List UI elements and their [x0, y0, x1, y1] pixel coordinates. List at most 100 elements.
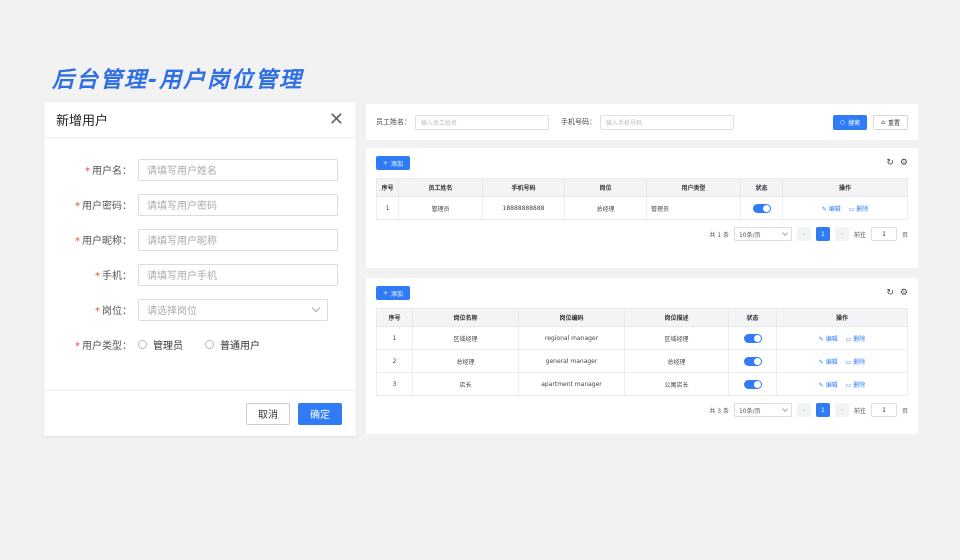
cell-no: 3	[376, 372, 413, 396]
edit-label: 编辑	[825, 358, 838, 366]
column-header: 岗位编码	[518, 308, 625, 327]
post-table-toolbar: + 添加 ↻ ⚙	[376, 278, 908, 308]
refresh-icon[interactable]: ↻	[886, 288, 894, 298]
user-form: * 用户名： 请填写用户姓名 * 用户密码： 请填写用户密码 * 用户昵称： 请填写用…	[44, 138, 356, 362]
refresh-icon[interactable]: ↻	[886, 158, 894, 168]
user-table-panel: + 添加 ↻ ⚙ 序号 员工姓名 手机号码 岗位 用户类型 状态 操作 1 管理…	[366, 148, 918, 268]
edit-button[interactable]: ✎ 编辑	[819, 336, 838, 343]
close-icon[interactable]: ✕	[329, 110, 344, 129]
cell-post-name: 总经理	[412, 349, 519, 373]
form-row-user-type: * 用户类型： 管理员 普通用户	[44, 327, 356, 362]
edit-label: 编辑	[828, 205, 841, 213]
phone-label: 手机：	[102, 271, 132, 282]
table-row: 1 区域经理 regional manager 区域经理 ✎ 编辑 ▭ 删除	[376, 326, 908, 350]
radio-admin-label: 管理员	[153, 341, 183, 352]
nickname-input[interactable]: 请填写用户昵称	[138, 228, 338, 251]
radio-admin[interactable]: 管理员	[138, 337, 183, 352]
delete-button[interactable]: ▭ 删除	[846, 359, 866, 366]
status-toggle[interactable]	[743, 379, 762, 389]
status-toggle[interactable]	[743, 333, 762, 343]
search-button[interactable]: ○ 搜索	[832, 114, 868, 130]
chevron-down-icon	[782, 405, 788, 412]
dialog-title: 新增用户	[56, 114, 109, 129]
form-row-phone: * 手机： 请填写用户手机	[44, 257, 356, 292]
dialog-footer: 取消 确定	[44, 390, 356, 436]
post-table-pagination: 共 3 条 10条/页 ‹ 1 › 前往 1 页	[376, 396, 908, 424]
column-header: 状态	[728, 308, 777, 327]
user-type-radio-group: 管理员 普通用户	[138, 337, 282, 352]
cell-status	[728, 372, 777, 396]
column-header: 操作	[782, 178, 908, 197]
goto-page-input[interactable]: 1	[870, 227, 897, 241]
required-mark: *	[75, 201, 80, 212]
cell-type: 管理员	[646, 196, 741, 220]
edit-label: 编辑	[825, 335, 838, 343]
username-label: 用户名：	[92, 166, 132, 177]
cell-post-desc: 区域经理	[624, 326, 729, 350]
phone-number-input[interactable]: 输入手机号码	[600, 114, 734, 130]
required-mark: *	[95, 306, 100, 317]
post-label: 岗位：	[102, 306, 132, 317]
total-count: 共 1 条	[709, 231, 729, 239]
search-panel: 员工姓名： 输入员工姓名 手机号码： 输入手机号码 ○ 搜索 ⌂ 重置	[366, 104, 918, 140]
cell-actions: ✎ 编辑 ▭ 删除	[782, 196, 908, 220]
password-input[interactable]: 请填写用户密码	[138, 193, 338, 216]
required-mark: *	[95, 271, 100, 282]
cell-post: 总经理	[564, 196, 647, 220]
table-header-row: 序号 岗位名称 岗位编码 岗位描述 状态 操作	[376, 308, 908, 327]
prev-page-button[interactable]: ‹	[796, 227, 811, 241]
page-unit: 页	[901, 407, 908, 415]
status-toggle[interactable]	[743, 356, 762, 366]
page-size-select[interactable]: 10条/页	[733, 227, 792, 241]
reset-button[interactable]: ⌂ 重置	[873, 114, 908, 130]
add-user-button[interactable]: + 添加	[376, 156, 411, 170]
edit-button[interactable]: ✎ 编辑	[822, 206, 841, 213]
next-page-button[interactable]: ›	[834, 403, 849, 417]
add-post-button[interactable]: + 添加	[376, 286, 411, 300]
page-size-value: 10条/页	[738, 231, 761, 239]
edit-button[interactable]: ✎ 编辑	[819, 359, 838, 366]
page-number[interactable]: 1	[815, 403, 830, 417]
page-number[interactable]: 1	[815, 227, 830, 241]
add-post-button-label: 添加	[391, 290, 404, 298]
status-toggle[interactable]	[752, 203, 771, 213]
delete-button[interactable]: ▭ 删除	[846, 336, 866, 343]
user-table-toolbar: + 添加 ↻ ⚙	[376, 148, 908, 178]
delete-label: 删除	[853, 381, 866, 389]
page-size-select[interactable]: 10条/页	[733, 403, 792, 417]
table-tools: ↻ ⚙	[886, 288, 908, 298]
column-header: 序号	[376, 178, 399, 197]
cell-status	[728, 349, 777, 373]
post-select-placeholder: 请选择岗位	[147, 306, 197, 317]
next-page-button[interactable]: ›	[834, 227, 849, 241]
edit-icon: ✎	[821, 205, 827, 213]
goto-page-input[interactable]: 1	[870, 403, 897, 417]
prev-page-button[interactable]: ‹	[796, 403, 811, 417]
delete-button[interactable]: ▭ 删除	[846, 382, 866, 389]
column-header: 岗位	[564, 178, 647, 197]
confirm-button[interactable]: 确定	[298, 402, 342, 425]
post-select[interactable]: 请选择岗位	[138, 298, 328, 321]
trash-icon: ▭	[845, 358, 852, 366]
trash-icon: ▭	[845, 335, 852, 343]
cell-status	[740, 196, 783, 220]
cell-no: 1	[376, 326, 413, 350]
required-mark: *	[75, 236, 80, 247]
form-row-post: * 岗位： 请选择岗位	[44, 292, 356, 327]
username-input[interactable]: 请填写用户姓名	[138, 158, 338, 181]
page-unit: 页	[901, 231, 908, 239]
cell-no: 2	[376, 349, 413, 373]
radio-normal-user[interactable]: 普通用户	[205, 337, 260, 352]
cancel-button[interactable]: 取消	[246, 402, 290, 425]
phone-number-label: 手机号码：	[561, 118, 596, 126]
gear-icon[interactable]: ⚙	[900, 288, 908, 298]
delete-button[interactable]: ▭ 删除	[849, 206, 869, 213]
phone-input[interactable]: 请填写用户手机	[138, 263, 338, 286]
delete-label: 删除	[856, 205, 869, 213]
table-header-row: 序号 员工姓名 手机号码 岗位 用户类型 状态 操作	[376, 178, 908, 197]
edit-icon: ✎	[818, 335, 824, 343]
employee-name-input[interactable]: 输入员工姓名	[415, 114, 549, 130]
gear-icon[interactable]: ⚙	[900, 158, 908, 168]
form-row-nickname: * 用户昵称： 请填写用户昵称	[44, 222, 356, 257]
edit-button[interactable]: ✎ 编辑	[819, 382, 838, 389]
